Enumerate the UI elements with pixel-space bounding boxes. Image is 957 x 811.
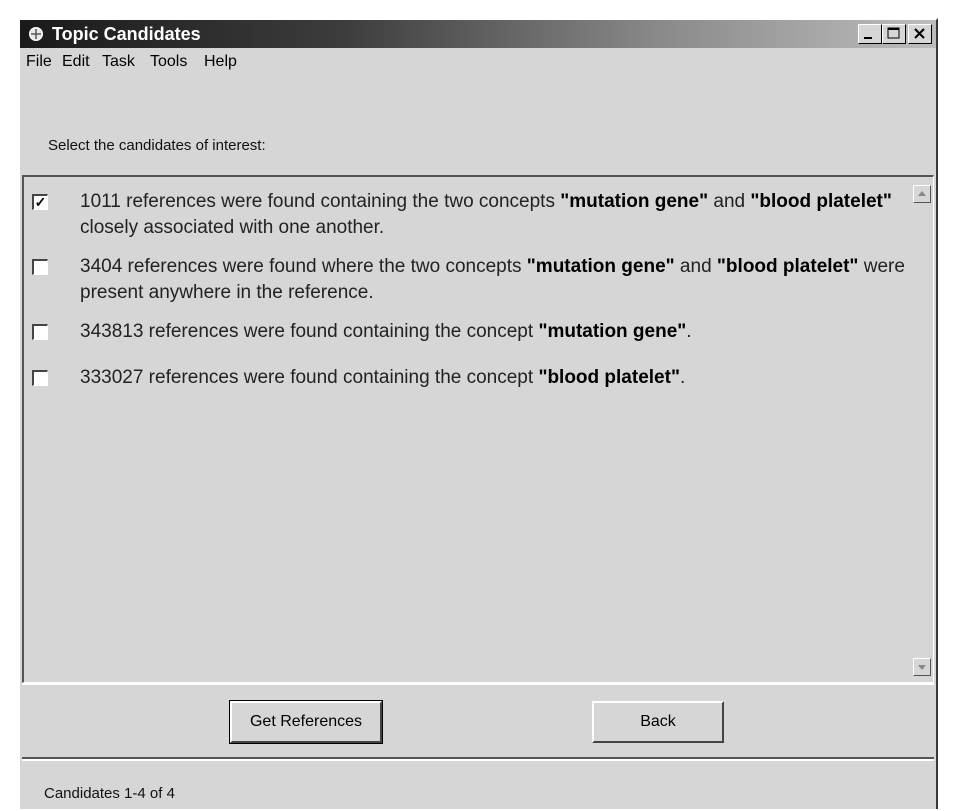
candidate-term: "mutation gene" [526, 256, 675, 277]
candidates-list: ✓ 1011 references were found containing … [22, 175, 934, 683]
candidate-text: references were found containing the con… [143, 321, 539, 342]
candidate-description: 1011 references were found containing th… [80, 189, 910, 241]
back-button[interactable]: Back [592, 701, 724, 743]
candidate-text: references were found containing the con… [143, 367, 539, 388]
candidate-term: "blood platelet" [538, 367, 680, 388]
minimize-icon [864, 37, 872, 39]
candidate-checkbox[interactable] [32, 324, 48, 340]
maximize-icon [887, 27, 900, 39]
scroll-up-button[interactable] [913, 185, 931, 203]
candidate-count: 343813 [80, 321, 144, 342]
title-bar: Topic Candidates [20, 20, 936, 48]
window-title: Topic Candidates [52, 24, 201, 44]
menu-file[interactable]: File [26, 53, 52, 71]
candidate-count: 1011 [80, 191, 121, 212]
menu-tools[interactable]: Tools [150, 53, 187, 71]
button-bar: Get References Back [22, 683, 934, 759]
candidate-count: 3404 [80, 256, 123, 277]
instruction-text: Select the candidates of interest: [48, 137, 266, 154]
scroll-up-icon [918, 191, 926, 196]
minimize-button[interactable] [858, 24, 882, 44]
candidate-text: . [679, 367, 686, 388]
candidate-text: references were found containing the two… [120, 191, 561, 212]
candidate-text: . [686, 321, 692, 342]
candidate-checkbox[interactable] [32, 259, 48, 275]
candidate-text: and [708, 191, 751, 212]
maximize-button[interactable] [882, 24, 906, 44]
candidate-checkbox[interactable] [32, 370, 48, 386]
candidate-description: 343813 references were found containing … [80, 319, 910, 345]
candidate-description: 333027 references were found containing … [80, 365, 910, 391]
candidate-description: 3404 references were found where the two… [80, 254, 910, 306]
candidate-term: "blood platelet" [750, 191, 892, 212]
scroll-down-button[interactable] [913, 658, 931, 676]
candidate-text: references were found where the two conc… [122, 256, 527, 277]
candidate-term: "mutation gene" [538, 321, 687, 342]
candidate-term: "blood platelet" [716, 256, 859, 277]
candidate-checkbox[interactable]: ✓ [32, 194, 48, 210]
candidate-term: "mutation gene" [560, 191, 709, 212]
scroll-down-icon [918, 665, 926, 670]
app-icon[interactable] [28, 26, 44, 42]
menu-help[interactable]: Help [204, 53, 237, 71]
menu-edit[interactable]: Edit [62, 53, 90, 71]
get-references-button[interactable]: Get References [229, 700, 383, 744]
status-text: Candidates 1-4 of 4 [44, 785, 175, 802]
status-bar: Candidates 1-4 of 4 [22, 759, 934, 811]
close-icon [914, 28, 925, 39]
candidate-text: closely associated with one another. [80, 217, 385, 238]
topic-candidates-window: Topic Candidates File Edit Task Tools He… [18, 18, 938, 809]
menu-bar: File Edit Task Tools Help [20, 50, 936, 76]
candidate-count: 333027 [80, 367, 144, 388]
menu-task[interactable]: Task [102, 53, 135, 71]
close-button[interactable] [908, 24, 932, 44]
candidate-text: and [674, 256, 717, 277]
